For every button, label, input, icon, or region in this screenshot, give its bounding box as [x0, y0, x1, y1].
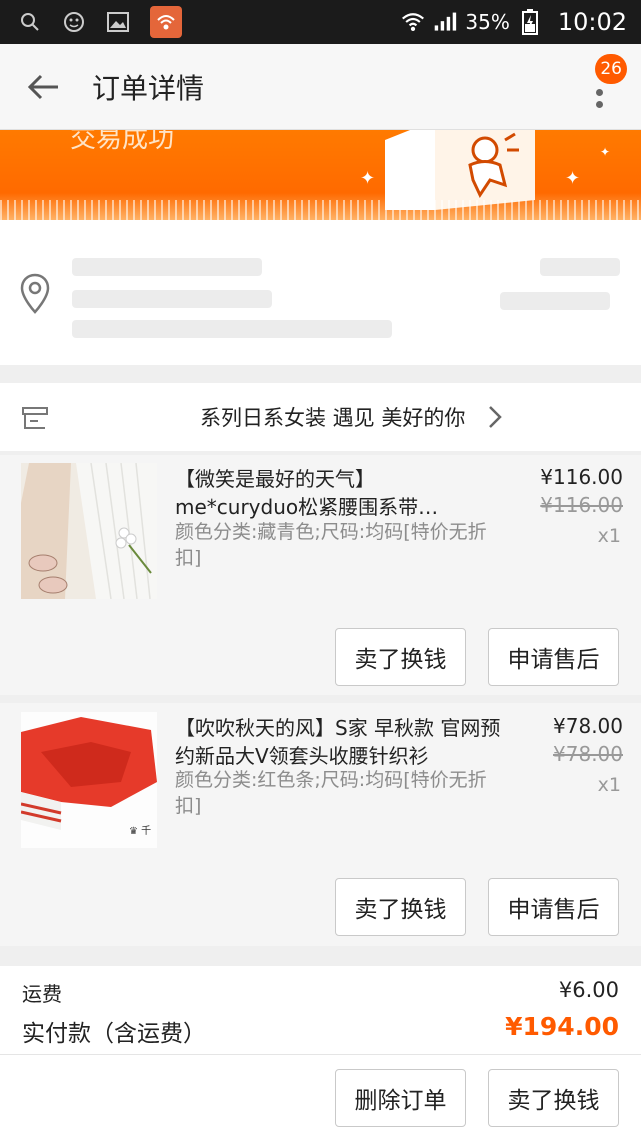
image-icon	[106, 10, 130, 34]
product-quantity: x1	[597, 525, 621, 547]
address-redacted	[540, 258, 620, 276]
sell-for-cash-button[interactable]: 卖了换钱	[335, 628, 466, 686]
back-button[interactable]	[14, 57, 74, 117]
product-title[interactable]: 【微笑是最好的天气】me*curyduo松紧腰围系带…	[175, 465, 495, 521]
sparkle-icon: ✦	[600, 145, 611, 159]
battery-percent: 35%	[465, 10, 510, 34]
product-photo-dress	[21, 463, 157, 599]
product-image[interactable]	[21, 463, 157, 599]
chevron-right-icon	[489, 406, 503, 428]
amount-paid-label: 实付款（含运费）	[22, 1021, 206, 1047]
sell-for-cash-button[interactable]: 卖了换钱	[335, 878, 466, 936]
smiley-icon	[62, 10, 86, 34]
order-totals: 运费 ¥6.00 实付款（含运费） ¥194.00	[0, 966, 641, 1054]
order-status-banner: 交易成功 ✦ ✦ ✦	[0, 130, 641, 220]
arrow-left-icon	[27, 74, 58, 99]
shipping-address-card[interactable]	[0, 220, 641, 365]
shop-icon	[22, 407, 48, 429]
address-redacted	[500, 292, 610, 310]
address-redacted	[72, 290, 272, 308]
svg-text:♛ 千: ♛ 千	[129, 825, 151, 837]
order-item: ♛ 千 【吹吹秋天的风】S家 早秋款 官网预约新品大V领套头收腰针织衫 颜色分类…	[0, 703, 641, 946]
sparkle-icon: ✦	[360, 168, 376, 189]
location-pin-icon	[20, 273, 50, 314]
product-price: ¥116.00	[540, 465, 623, 489]
order-status-text: 交易成功	[70, 130, 175, 154]
product-title[interactable]: 【吹吹秋天的风】S家 早秋款 官网预约新品大V领套头收腰针织衫	[175, 714, 505, 770]
shop-name: 系列日系女装 遇见 美好的你	[200, 406, 466, 430]
app-notification-icon	[150, 6, 182, 38]
address-redacted	[72, 320, 392, 338]
shop-row[interactable]: 系列日系女装 遇见 美好的你	[0, 383, 641, 451]
amount-paid-value: ¥194.00	[505, 1012, 619, 1041]
status-bar-right: 35% 10:02	[401, 8, 641, 36]
grass-decoration	[0, 200, 641, 220]
sparkle-icon: ✦	[565, 168, 581, 189]
product-original-price: ¥116.00	[540, 493, 623, 517]
footer-actions: 删除订单 卖了换钱	[0, 1054, 641, 1140]
page-title: 订单详情	[92, 71, 205, 105]
product-sku: 颜色分类:藏青色;尺码:均码[特价无折扣]	[175, 521, 487, 569]
more-dots-icon	[595, 89, 603, 96]
battery-icon	[518, 9, 542, 35]
delete-order-button[interactable]: 删除订单	[335, 1069, 466, 1127]
clock: 10:02	[557, 8, 627, 36]
product-photo-knit: ♛ 千	[21, 712, 157, 848]
search-icon	[18, 10, 42, 34]
signal-icon	[433, 10, 457, 34]
product-original-price: ¥78.00	[553, 742, 623, 766]
sell-for-cash-button[interactable]: 卖了换钱	[488, 1069, 619, 1127]
more-dot	[595, 101, 603, 108]
address-redacted	[72, 258, 262, 276]
app-header: 订单详情 26	[0, 44, 641, 130]
order-item: 【微笑是最好的天气】me*curyduo松紧腰围系带… 颜色分类:藏青色;尺码:…	[0, 455, 641, 695]
wifi-icon	[401, 10, 425, 34]
shipping-fee-label: 运费	[22, 982, 62, 1006]
shipping-fee-value: ¥6.00	[558, 978, 619, 1002]
request-aftersale-button[interactable]: 申请售后	[488, 628, 619, 686]
status-bar-left	[0, 6, 182, 38]
product-price: ¥78.00	[553, 714, 623, 738]
request-aftersale-button[interactable]: 申请售后	[488, 878, 619, 936]
status-bar: 35% 10:02	[0, 0, 641, 44]
product-sku: 颜色分类:红色条;尺码:均码[特价无折扣]	[175, 769, 487, 817]
product-image[interactable]: ♛ 千	[21, 712, 157, 848]
product-quantity: x1	[597, 774, 621, 796]
notification-badge: 26	[595, 54, 627, 84]
